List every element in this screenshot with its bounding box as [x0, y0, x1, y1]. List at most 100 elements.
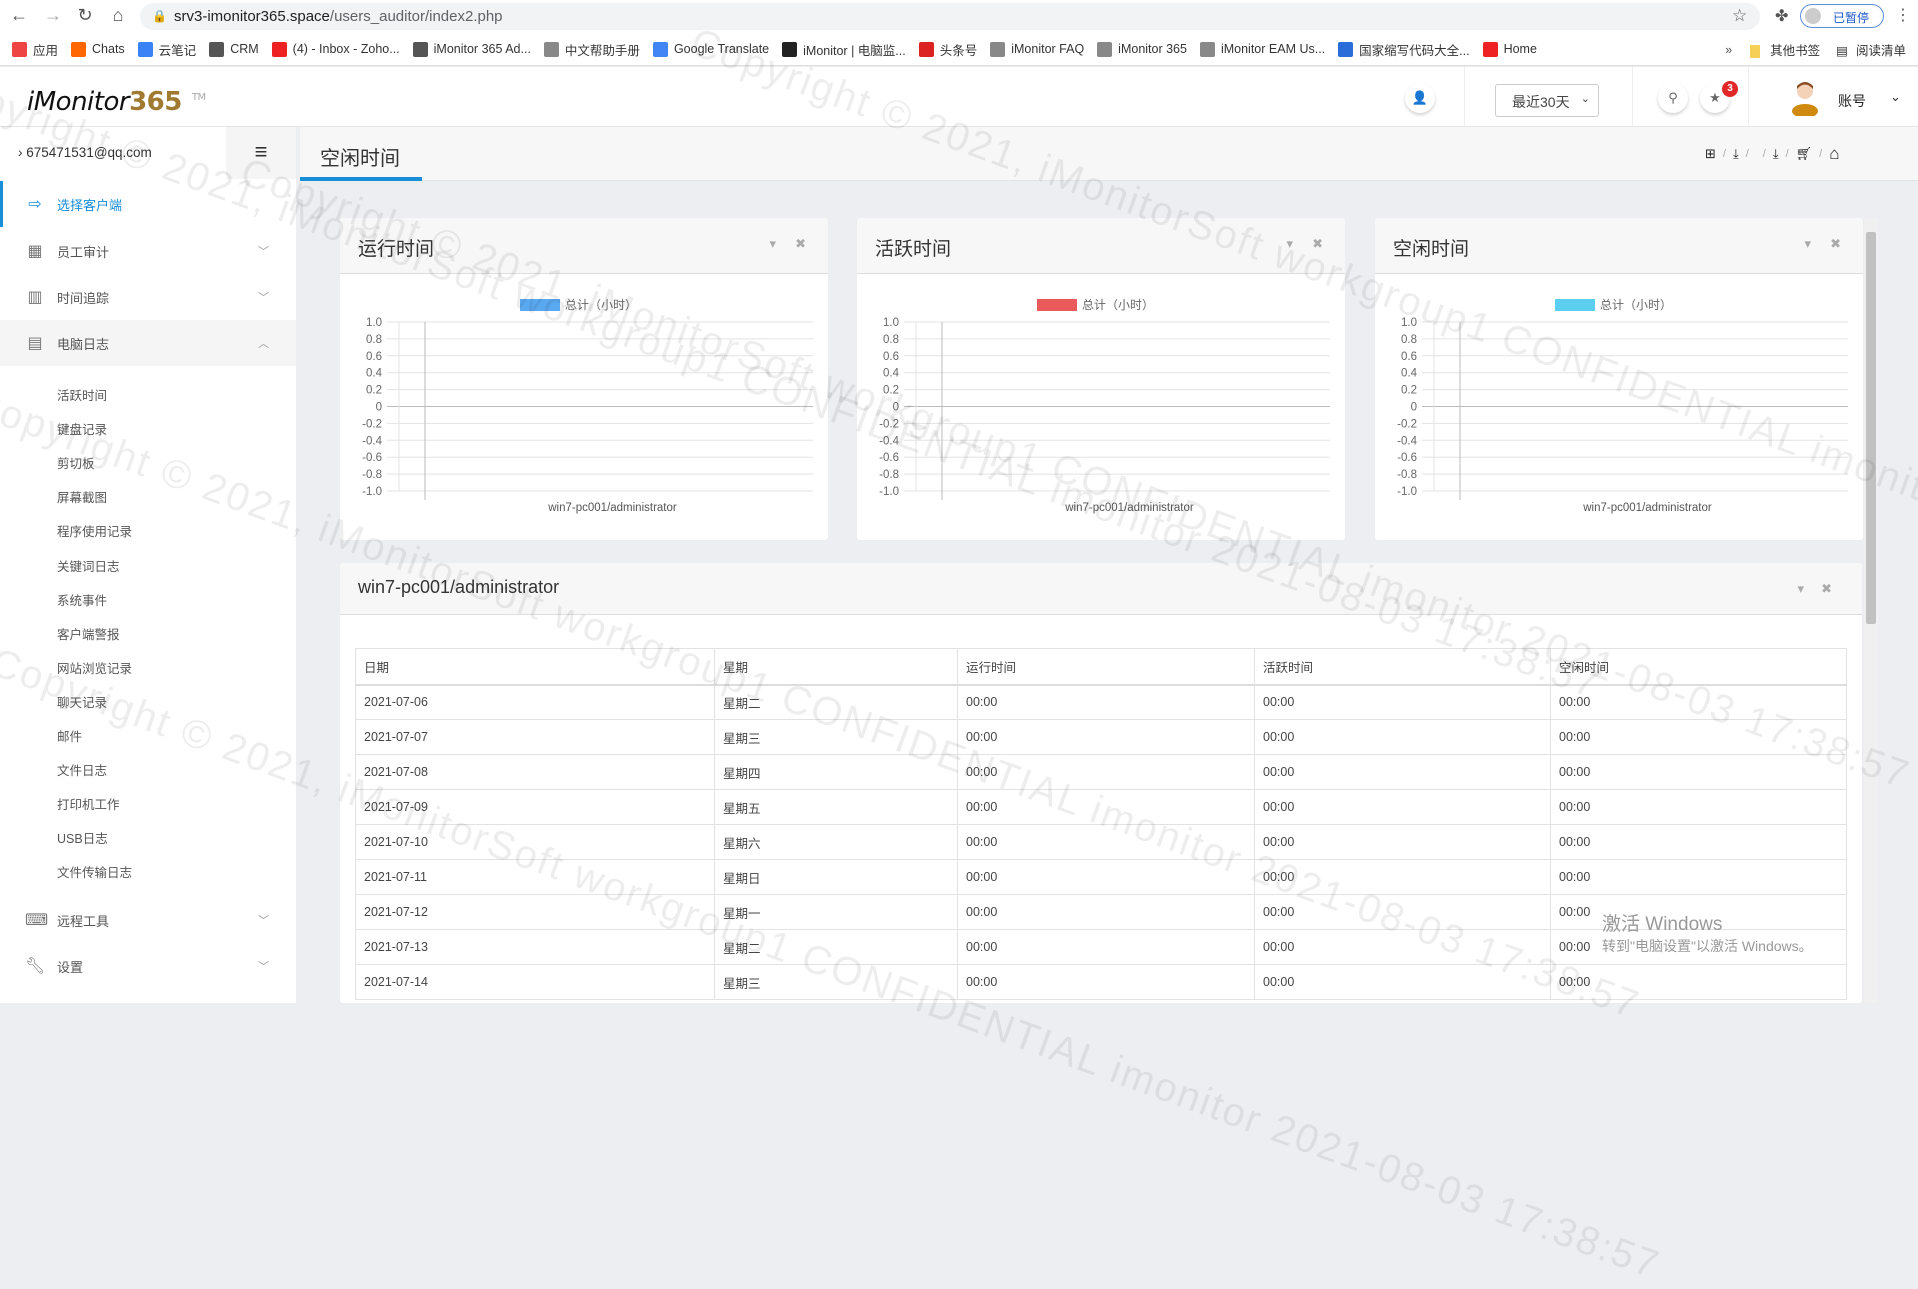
url-host: srv3-imonitor365.space	[174, 8, 330, 25]
sidebar-subitem[interactable]: 聊天记录	[57, 692, 107, 711]
bookmark-item[interactable]: 国家缩写代码大全...	[1338, 40, 1470, 59]
avatar[interactable]	[1790, 80, 1820, 116]
chevron-down-icon[interactable]: ⌄	[1890, 89, 1901, 105]
sidebar-subitem[interactable]: USB日志	[57, 828, 108, 847]
search-icon[interactable]: ⚲	[1658, 83, 1688, 113]
y-tick-label: -0.4	[362, 435, 382, 447]
sidebar-subitem[interactable]: 活跃时间	[57, 385, 107, 404]
home-icon[interactable]: ⌂	[1829, 144, 1839, 164]
profile-button[interactable]: 已暂停	[1800, 4, 1884, 28]
bookmark-item[interactable]: iMonitor | 电脑监...	[782, 40, 906, 59]
folder-icon	[1750, 45, 1761, 59]
table-cell: 2021-07-13	[355, 929, 715, 965]
bookmark-label: iMonitor | 电脑监...	[803, 43, 906, 58]
bookmark-item[interactable]: Chats	[71, 41, 125, 57]
sidebar-subitem[interactable]: 关键词日志	[57, 556, 120, 575]
reading-list-button[interactable]: ▤ 阅读清单	[1836, 40, 1906, 59]
bookmark-item[interactable]: 头条号	[918, 40, 977, 59]
table-cell: 2021-07-10	[355, 824, 715, 860]
legend-swatch[interactable]	[1037, 299, 1077, 311]
sidebar-subitem[interactable]: 键盘记录	[57, 419, 107, 438]
download-icon[interactable]: ⤓	[1773, 146, 1779, 162]
sidebar-subitem[interactable]: 屏幕截图	[57, 487, 107, 506]
menu-toggle-icon[interactable]: ≡	[226, 127, 296, 179]
column-header[interactable]: 运行时间	[957, 648, 1255, 686]
windows-icon[interactable]: ⊞	[1705, 146, 1716, 162]
sidebar-item[interactable]: ▤ 电脑日志 ︿	[0, 320, 296, 366]
y-tick-label: 0.8	[883, 334, 899, 346]
sidebar-item-label: 选择客户端	[57, 197, 123, 213]
sidebar-item[interactable]: 🔧︎ 设置 ﹀	[0, 943, 296, 989]
legend-swatch[interactable]	[520, 299, 560, 311]
sidebar-subitem[interactable]: 打印机工作	[57, 794, 120, 813]
date-range-select[interactable]: 最近30天 ⌄	[1495, 84, 1599, 117]
sidebar-subitem[interactable]: 系统事件	[57, 590, 107, 609]
activate-windows-text: 转到"电脑设置"以激活 Windows。	[1602, 938, 1813, 954]
bookmark-item[interactable]: 云笔记	[137, 40, 196, 59]
sidebar-subitem[interactable]: 文件日志	[57, 760, 107, 779]
table-cell: 00:00	[1550, 859, 1847, 895]
sidebar-subitem[interactable]: 程序使用记录	[57, 521, 132, 540]
chevron-right-icon: ›	[18, 145, 27, 160]
other-bookmarks-label: 其他书签	[1770, 44, 1821, 58]
y-tick-label: -0.8	[362, 469, 382, 481]
bookmarks-more-button[interactable]: »	[1725, 43, 1732, 57]
bookmark-item[interactable]: (4) - Inbox - Zoho...	[271, 41, 400, 57]
column-header[interactable]: 活跃时间	[1254, 648, 1551, 686]
sidebar-item[interactable]: ▥ 时间追踪 ﹀	[0, 274, 296, 320]
bookmark-item[interactable]: Google Translate	[652, 41, 769, 57]
column-header[interactable]: 日期	[355, 648, 715, 686]
download-icon[interactable]: ⤓	[1733, 146, 1739, 162]
bookmark-item[interactable]: iMonitor FAQ	[990, 41, 1084, 57]
y-tick-label: 0.6	[883, 351, 899, 363]
browser-menu-icon[interactable]: ⋮	[1895, 5, 1911, 25]
bookmark-item[interactable]: Home	[1482, 41, 1537, 57]
bar-chart-icon: ▥	[27, 289, 43, 306]
sidebar-subitem[interactable]: 客户端警报	[57, 624, 120, 643]
y-tick-label: -1.0	[362, 486, 382, 498]
cart-icon[interactable]: 🛒︎	[1796, 146, 1813, 162]
column-header[interactable]: 空闲时间	[1550, 648, 1847, 686]
sidebar-subitem[interactable]: 邮件	[57, 726, 82, 745]
bookmark-item[interactable]: iMonitor 365	[1097, 41, 1187, 57]
bookmark-item[interactable]: iMonitor EAM Us...	[1199, 41, 1325, 57]
x-tick-label: win7-pc001/administrator	[1582, 502, 1712, 514]
sidebar-subitem[interactable]: 网站浏览记录	[57, 658, 132, 677]
back-icon[interactable]: ←	[8, 5, 30, 26]
other-bookmarks-folder[interactable]: 其他书签	[1750, 40, 1820, 59]
url-path: /users_auditor/index2.php	[329, 8, 503, 25]
sidebar-item[interactable]: ▦ 员工审计 ﹀	[0, 228, 296, 274]
table-cell: 00:00	[957, 684, 1255, 720]
bookmark-star-icon[interactable]: ☆	[1732, 6, 1747, 26]
address-bar[interactable]: 🔒 srv3-imonitor365.space/users_auditor/i…	[140, 3, 1760, 30]
bookmark-favicon-icon	[543, 41, 559, 57]
scrollbar-thumb[interactable]	[1866, 232, 1876, 624]
sidebar-subitem[interactable]: 文件传输日志	[57, 862, 132, 881]
sidebar-item-label: 时间追踪	[57, 290, 110, 306]
column-header[interactable]: 星期	[714, 648, 958, 686]
y-tick-label: -0.4	[879, 435, 899, 447]
sidebar-subitem[interactable]: 剪切板	[57, 453, 95, 472]
user-icon[interactable]: 👤	[1405, 83, 1435, 113]
bookmark-item[interactable]: CRM	[209, 41, 259, 57]
user-selector[interactable]: › 675471531@qq.com	[0, 127, 226, 179]
collapse-icon[interactable]: ▾	[1797, 581, 1804, 597]
table-cell: 星期六	[714, 824, 958, 860]
home-icon[interactable]: ⌂	[107, 5, 129, 26]
bookmark-item[interactable]: 中文帮助手册	[543, 40, 640, 59]
reload-icon[interactable]: ↻	[74, 5, 96, 26]
activate-windows-title: 激活 Windows	[1602, 914, 1723, 935]
logo[interactable]: iMonitor365 TM	[27, 87, 206, 117]
table-cell: 00:00	[1550, 684, 1847, 720]
wrench-icon: 🔧︎	[25, 958, 46, 975]
bookmark-item[interactable]: iMonitor 365 Ad...	[412, 41, 531, 57]
legend-swatch[interactable]	[1555, 299, 1595, 311]
bookmark-item[interactable]: 应用	[12, 40, 58, 59]
sidebar-item[interactable]: ⌨ 远程工具 ﹀	[0, 897, 296, 943]
account-label[interactable]: 账号	[1838, 91, 1866, 111]
sidebar-item[interactable]: ⇨ 选择客户端	[0, 181, 296, 227]
bookmark-favicon-icon	[209, 41, 225, 57]
extensions-icon[interactable]: ✤	[1775, 6, 1788, 26]
forward-icon[interactable]: →	[42, 5, 64, 26]
close-icon[interactable]: ✖	[1821, 581, 1832, 597]
